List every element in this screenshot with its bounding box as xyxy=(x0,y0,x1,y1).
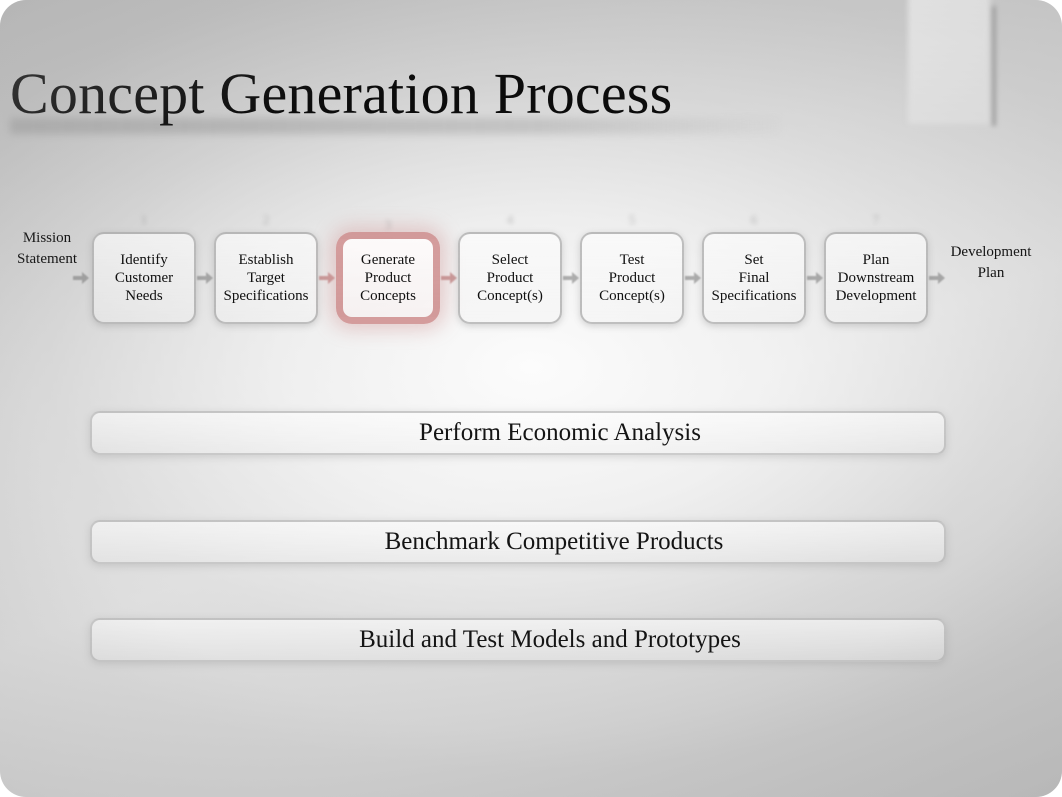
flow-arrow xyxy=(197,272,213,284)
corner-decoration-panel xyxy=(908,0,990,124)
flow-stage-3[interactable]: 3 Generate Product Concepts xyxy=(336,217,440,324)
activity-bar-label: Benchmark Competitive Products xyxy=(384,528,724,555)
activity-bar-label: Build and Test Models and Prototypes xyxy=(359,626,741,653)
flow-stage-1[interactable]: 1 Identify Customer Needs xyxy=(92,212,196,324)
process-flow-diagram: Mission Statement Development Plan 1 Iden… xyxy=(0,210,1062,340)
flow-stage-label: Test Product Concept(s) xyxy=(599,252,665,304)
activity-bar-label: Perform Economic Analysis xyxy=(419,419,701,446)
flow-stage-ghost-number: 2 xyxy=(262,212,270,227)
flow-stage-2[interactable]: 2 Establish Target Specifications xyxy=(214,212,318,324)
flow-start-label: Mission Statement xyxy=(17,230,77,267)
flow-stage-label: Plan Downstream Development xyxy=(835,252,917,304)
flow-arrow xyxy=(441,272,457,284)
flow-stage-4[interactable]: 4 Select Product Concept(s) xyxy=(458,212,562,324)
flow-stage-label: Set Final Specifications xyxy=(711,252,797,304)
flow-stage-5[interactable]: 5 Test Product Concept(s) xyxy=(580,212,684,324)
flow-stage-label: Establish Target Specifications xyxy=(223,252,309,304)
activity-bar-benchmarking[interactable]: Benchmark Competitive Products xyxy=(90,520,946,564)
flow-arrow xyxy=(807,272,823,284)
flow-stage-ghost-number: 6 xyxy=(750,212,758,227)
flow-arrow xyxy=(563,272,579,284)
flow-stage-6[interactable]: 6 Set Final Specifications xyxy=(702,212,806,324)
flow-arrow xyxy=(685,272,701,284)
flow-stage-ghost-number: 1 xyxy=(140,212,148,227)
flow-stage-ghost-number: 4 xyxy=(506,212,514,227)
flow-end-label: Development Plan xyxy=(950,244,1032,281)
page-title: Concept Generation Process xyxy=(10,61,673,126)
flow-stage-label: Generate Product Concepts xyxy=(360,252,416,304)
activity-bar-economic-analysis[interactable]: Perform Economic Analysis xyxy=(90,411,946,455)
flow-stage-ghost-number: 7 xyxy=(872,212,880,227)
flow-arrow xyxy=(929,272,945,284)
activity-bar-prototypes[interactable]: Build and Test Models and Prototypes xyxy=(90,618,946,662)
flow-stage-label: Identify Customer Needs xyxy=(114,252,174,304)
corner-decoration-edge xyxy=(992,6,996,126)
slide-canvas: Concept Generation Process Mission State… xyxy=(0,0,1062,797)
flow-stage-ghost-number: 3 xyxy=(384,217,392,232)
flow-arrow xyxy=(319,272,335,284)
flow-stage-label: Select Product Concept(s) xyxy=(477,252,543,304)
flow-stage-ghost-number: 5 xyxy=(628,212,636,227)
flow-arrow xyxy=(73,272,89,284)
flow-stage-7[interactable]: 7 Plan Downstream Development xyxy=(824,212,928,324)
